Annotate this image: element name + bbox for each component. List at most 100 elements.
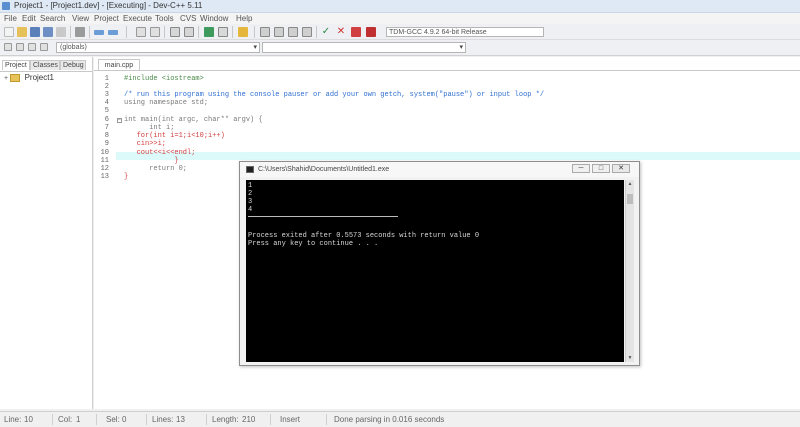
console-divider	[248, 216, 398, 217]
status-lines-label: Lines:	[152, 415, 174, 424]
bookmark-icon[interactable]	[184, 27, 194, 37]
tab-debug[interactable]: Debug	[60, 60, 86, 70]
status-lines-value: 13	[176, 415, 185, 424]
undo-icon[interactable]	[94, 30, 104, 35]
toolbar-separator	[164, 26, 165, 38]
close-file-icon[interactable]	[56, 27, 66, 37]
unindent-icon[interactable]	[40, 43, 48, 51]
code-line: cin>>i;	[124, 140, 167, 148]
project-options-icon[interactable]	[238, 27, 248, 37]
toggle-comment-icon[interactable]	[16, 43, 24, 51]
code-line: return 0;	[124, 165, 188, 173]
stop-execution-icon[interactable]: ✕	[336, 27, 346, 37]
toolbar-separator	[126, 26, 127, 38]
fold-toggle-icon[interactable]: −	[117, 118, 122, 123]
menu-file[interactable]: File	[4, 14, 17, 23]
project-tree-root[interactable]: + Project1	[4, 73, 54, 82]
menu-edit[interactable]: Edit	[22, 14, 36, 23]
tab-classes[interactable]: Classes	[30, 60, 60, 70]
new-project-icon[interactable]	[204, 27, 214, 37]
save-icon[interactable]	[30, 27, 40, 37]
status-length-value: 210	[242, 415, 256, 424]
goto-line-icon[interactable]	[170, 27, 180, 37]
maximize-button[interactable]: □	[592, 164, 610, 173]
rebuild-all-icon[interactable]	[302, 27, 312, 37]
toolbar-separator	[254, 26, 255, 38]
compile-icon[interactable]	[260, 27, 270, 37]
menu-search[interactable]: Search	[40, 14, 65, 23]
add-to-project-icon[interactable]	[218, 27, 228, 37]
scroll-down-icon[interactable]: ▼	[626, 354, 634, 362]
project-panel-tabs: Project Classes Debug	[0, 60, 92, 72]
console-output[interactable]: 1 2 3 4 Process exited after 0.5573 seco…	[246, 180, 624, 362]
syntax-check-icon[interactable]: ✓	[321, 27, 331, 37]
line-number: 2	[104, 83, 109, 91]
debug-icon[interactable]	[351, 27, 361, 37]
tab-project[interactable]: Project	[2, 60, 30, 70]
console-window[interactable]: C:\Users\Shahid\Documents\Untitled1.exe …	[239, 161, 640, 366]
menu-help[interactable]: Help	[236, 14, 252, 23]
line-number: 7	[104, 124, 109, 132]
class-toolbar: (globals) ▾ ▾	[0, 40, 800, 56]
close-button[interactable]: ✕	[612, 164, 630, 173]
redo-icon[interactable]	[108, 30, 118, 35]
line-number-gutter: 1 2 3 4 5 6 7 8 9 10 11 12 13	[94, 71, 116, 409]
tab-main-cpp[interactable]: main.cpp	[98, 59, 140, 70]
expand-icon[interactable]: +	[4, 75, 8, 82]
console-output-line: 2	[248, 190, 253, 198]
status-separator	[96, 414, 97, 425]
status-insert-mode: Insert	[280, 415, 301, 424]
toolbar-separator	[70, 26, 71, 38]
console-title-bar[interactable]: C:\Users\Shahid\Documents\Untitled1.exe …	[240, 162, 639, 177]
project-panel: Project Classes Debug + Project1	[0, 57, 93, 409]
console-scrollbar[interactable]: ▲ ▼	[625, 180, 634, 362]
line-number: 3	[104, 91, 109, 99]
profile-icon[interactable]	[366, 27, 376, 37]
status-sel-value: 0	[122, 415, 127, 424]
code-line: using namespace std;	[124, 99, 209, 107]
console-title: C:\Users\Shahid\Documents\Untitled1.exe	[258, 166, 390, 173]
print-icon[interactable]	[75, 27, 85, 37]
line-number: 4	[104, 99, 109, 107]
menu-execute[interactable]: Execute	[123, 14, 152, 23]
code-line: int main(int argc, char** argv) {	[124, 116, 263, 124]
compiler-select[interactable]: TDM-GCC 4.9.2 64-bit Release	[386, 27, 544, 37]
member-combo[interactable]: ▾	[262, 42, 466, 53]
scroll-up-icon[interactable]: ▲	[626, 180, 634, 188]
window-title: Project1 - [Project1.dev] - [Executing] …	[14, 1, 203, 10]
chevron-down-icon: ▾	[253, 44, 257, 51]
code-line: cout<<i<<endl;	[124, 149, 196, 157]
insert-icon[interactable]	[4, 43, 12, 51]
open-file-icon[interactable]	[17, 27, 27, 37]
line-number: 12	[100, 165, 109, 173]
status-col-label: Col:	[58, 415, 73, 424]
menu-tools[interactable]: Tools	[155, 14, 174, 23]
folder-icon	[10, 73, 21, 82]
line-number: 8	[104, 132, 109, 140]
replace-icon[interactable]	[150, 27, 160, 37]
status-separator	[52, 414, 53, 425]
code-line: for(int i=1;i<10;i++)	[124, 132, 225, 140]
menu-view[interactable]: View	[72, 14, 89, 23]
new-file-icon[interactable]	[4, 27, 14, 37]
save-all-icon[interactable]	[43, 27, 53, 37]
compile-run-icon[interactable]	[288, 27, 298, 37]
menu-bar: File Edit Search View Project Execute To…	[0, 13, 800, 24]
menu-project[interactable]: Project	[94, 14, 119, 23]
code-line: int i;	[124, 124, 175, 132]
status-col-value: 1	[76, 415, 81, 424]
code-line: #include <iostream>	[124, 75, 204, 83]
menu-cvs[interactable]: CVS	[180, 14, 196, 23]
menu-window[interactable]: Window	[200, 14, 228, 23]
status-separator	[270, 414, 271, 425]
status-line-label: Line:	[4, 415, 22, 424]
status-length-label: Length:	[212, 415, 239, 424]
title-bar: Project1 - [Project1.dev] - [Executing] …	[0, 0, 800, 13]
indent-icon[interactable]	[28, 43, 36, 51]
run-icon[interactable]	[274, 27, 284, 37]
class-combo[interactable]: (globals) ▾	[56, 42, 260, 53]
class-combo-value: (globals)	[60, 44, 87, 51]
minimize-button[interactable]: ─	[572, 164, 590, 173]
scrollbar-thumb[interactable]	[627, 194, 633, 204]
find-icon[interactable]	[136, 27, 146, 37]
